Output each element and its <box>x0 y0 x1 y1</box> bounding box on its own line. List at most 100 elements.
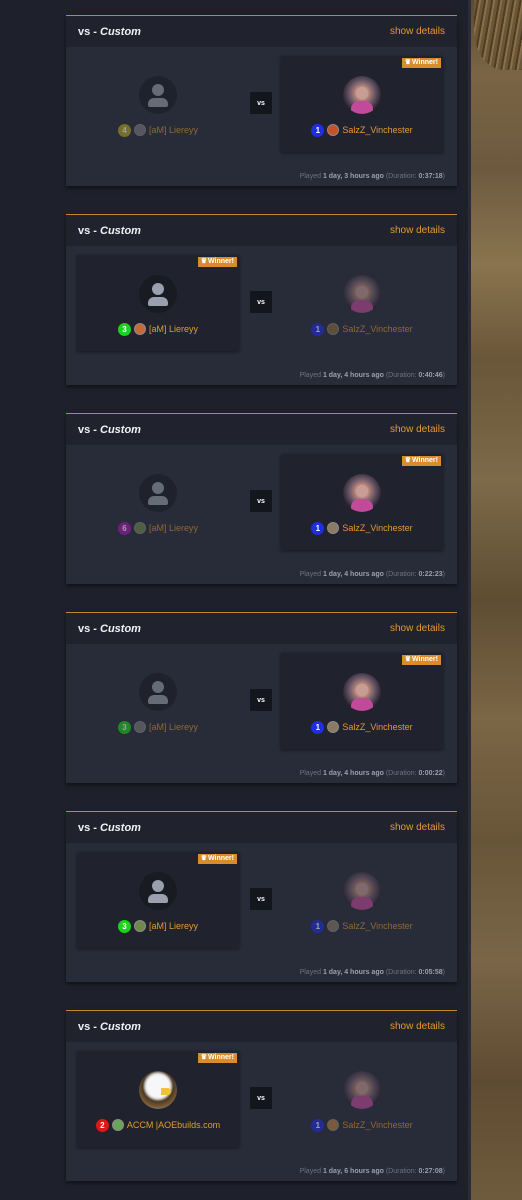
crown-icon: ♛ <box>404 656 411 663</box>
vs-label: vs <box>250 689 272 711</box>
crown-icon: ♛ <box>200 258 207 265</box>
show-details-link[interactable]: show details <box>390 424 445 435</box>
player-card-right[interactable]: ♛ Winner! 1 SalzZ_Vinchester <box>281 454 443 550</box>
player-color-number: 1 <box>311 123 325 137</box>
civilization-icon <box>133 721 146 733</box>
player-color-number: 3 <box>117 322 131 336</box>
winner-badge: ♛ Winner! <box>197 854 237 864</box>
player-color-number: 1 <box>311 720 325 734</box>
civilization-icon <box>327 721 340 733</box>
match-header: vs - Custom show details <box>66 16 457 47</box>
player-name-link[interactable]: [aM] Liereyy <box>149 125 198 135</box>
player-name-link[interactable]: [aM] Liereyy <box>149 523 198 533</box>
player-info: 1 SalzZ_Vinchester <box>311 123 413 137</box>
player-card-right[interactable]: ♛ Winner! 1 SalzZ_Vinchester <box>281 653 443 749</box>
player-card-left[interactable]: 6 [aM] Liereyy <box>77 454 239 550</box>
match-title: vs - Custom <box>78 1020 141 1033</box>
background-artwork <box>468 0 522 1200</box>
civilization-icon <box>327 522 340 534</box>
player-card-right[interactable]: 1 SalzZ_Vinchester <box>281 255 443 351</box>
match-header: vs - Custom show details <box>66 414 457 445</box>
player-info: 1 SalzZ_Vinchester <box>311 521 413 535</box>
player-right-avatar <box>343 76 381 114</box>
match-header: vs - Custom show details <box>66 215 457 246</box>
player-color-number: 1 <box>311 521 325 535</box>
player-card-left[interactable]: 4 [aM] Liereyy <box>77 56 239 152</box>
winner-badge: ♛ Winner! <box>401 58 441 68</box>
show-details-link[interactable]: show details <box>390 26 445 37</box>
match-card: vs - Custom show details 3 [aM] Liereyy … <box>66 612 457 783</box>
player-info: 1 SalzZ_Vinchester <box>311 720 413 734</box>
played-info: Played 1 day, 3 hours ago (Duration: 0:3… <box>299 173 445 180</box>
player-name-link[interactable]: SalzZ_Vinchester <box>342 125 412 135</box>
player-name-link[interactable]: [aM] Liereyy <box>149 921 198 931</box>
civilization-icon <box>133 124 146 136</box>
civilization-icon <box>327 323 340 335</box>
player-name-link[interactable]: SalzZ_Vinchester <box>342 1120 412 1130</box>
player-left-avatar <box>139 872 177 910</box>
winner-badge: ♛ Winner! <box>197 1053 237 1063</box>
civilization-icon <box>133 522 146 534</box>
played-info: Played 1 day, 4 hours ago (Duration: 0:0… <box>299 770 445 777</box>
crown-icon: ♛ <box>404 457 411 464</box>
player-color-number: 1 <box>311 919 325 933</box>
player-card-left[interactable]: ♛ Winner! 3 [aM] Liereyy <box>77 852 239 948</box>
player-info: 1 SalzZ_Vinchester <box>311 322 413 336</box>
crown-icon: ♛ <box>200 1054 207 1061</box>
civilization-icon <box>327 920 340 932</box>
winner-badge: ♛ Winner! <box>401 655 441 665</box>
player-color-number: 1 <box>311 1118 325 1132</box>
match-title: vs - Custom <box>78 423 141 436</box>
player-color-number: 4 <box>117 123 131 137</box>
show-details-link[interactable]: show details <box>390 822 445 833</box>
player-info: 2 ACCM |AOEbuilds.com <box>95 1118 220 1132</box>
winner-badge: ♛ Winner! <box>401 456 441 466</box>
player-left-avatar <box>139 76 177 114</box>
show-details-link[interactable]: show details <box>390 1021 445 1032</box>
match-card: vs - Custom show details 6 [aM] Liereyy … <box>66 413 457 584</box>
winner-badge: ♛ Winner! <box>197 257 237 267</box>
match-title: vs - Custom <box>78 25 141 38</box>
match-card: vs - Custom show details 4 [aM] Liereyy … <box>66 15 457 186</box>
player-color-number: 1 <box>311 322 325 336</box>
crown-icon: ♛ <box>200 855 207 862</box>
player-name-link[interactable]: [aM] Liereyy <box>149 324 198 334</box>
player-name-link[interactable]: ACCM |AOEbuilds.com <box>127 1120 220 1130</box>
crown-icon: ♛ <box>404 59 411 66</box>
player-info: 6 [aM] Liereyy <box>117 521 198 535</box>
match-card: vs - Custom show details ♛ Winner! 3 [aM]… <box>66 214 457 385</box>
player-card-left[interactable]: ♛ Winner! 2 ACCM |AOEbuilds.com <box>77 1051 239 1147</box>
player-color-number: 3 <box>117 720 131 734</box>
civilization-icon <box>133 920 146 932</box>
player-card-left[interactable]: ♛ Winner! 3 [aM] Liereyy <box>77 255 239 351</box>
player-left-avatar <box>139 474 177 512</box>
player-right-avatar <box>343 1071 381 1109</box>
player-card-right[interactable]: ♛ Winner! 1 SalzZ_Vinchester <box>281 56 443 152</box>
show-details-link[interactable]: show details <box>390 225 445 236</box>
player-left-avatar <box>139 1071 177 1109</box>
player-card-right[interactable]: 1 SalzZ_Vinchester <box>281 1051 443 1147</box>
player-name-link[interactable]: SalzZ_Vinchester <box>342 523 412 533</box>
player-name-link[interactable]: SalzZ_Vinchester <box>342 921 412 931</box>
player-card-right[interactable]: 1 SalzZ_Vinchester <box>281 852 443 948</box>
match-title: vs - Custom <box>78 224 141 237</box>
civilization-icon <box>133 323 146 335</box>
player-name-link[interactable]: SalzZ_Vinchester <box>342 722 412 732</box>
show-details-link[interactable]: show details <box>390 623 445 634</box>
vs-label: vs <box>250 92 272 114</box>
vs-label: vs <box>250 490 272 512</box>
player-right-avatar <box>343 474 381 512</box>
player-color-number: 6 <box>117 521 131 535</box>
civilization-icon <box>327 1119 340 1131</box>
player-name-link[interactable]: [aM] Liereyy <box>149 722 198 732</box>
match-title: vs - Custom <box>78 821 141 834</box>
player-right-avatar <box>343 275 381 313</box>
played-info: Played 1 day, 4 hours ago (Duration: 0:0… <box>299 969 445 976</box>
player-info: 3 [aM] Liereyy <box>117 720 198 734</box>
match-title: vs - Custom <box>78 622 141 635</box>
match-card: vs - Custom show details ♛ Winner! 2 ACCM… <box>66 1010 457 1181</box>
player-card-left[interactable]: 3 [aM] Liereyy <box>77 653 239 749</box>
player-name-link[interactable]: SalzZ_Vinchester <box>342 324 412 334</box>
player-info: 3 [aM] Liereyy <box>117 919 198 933</box>
played-info: Played 1 day, 6 hours ago (Duration: 0:2… <box>299 1168 445 1175</box>
